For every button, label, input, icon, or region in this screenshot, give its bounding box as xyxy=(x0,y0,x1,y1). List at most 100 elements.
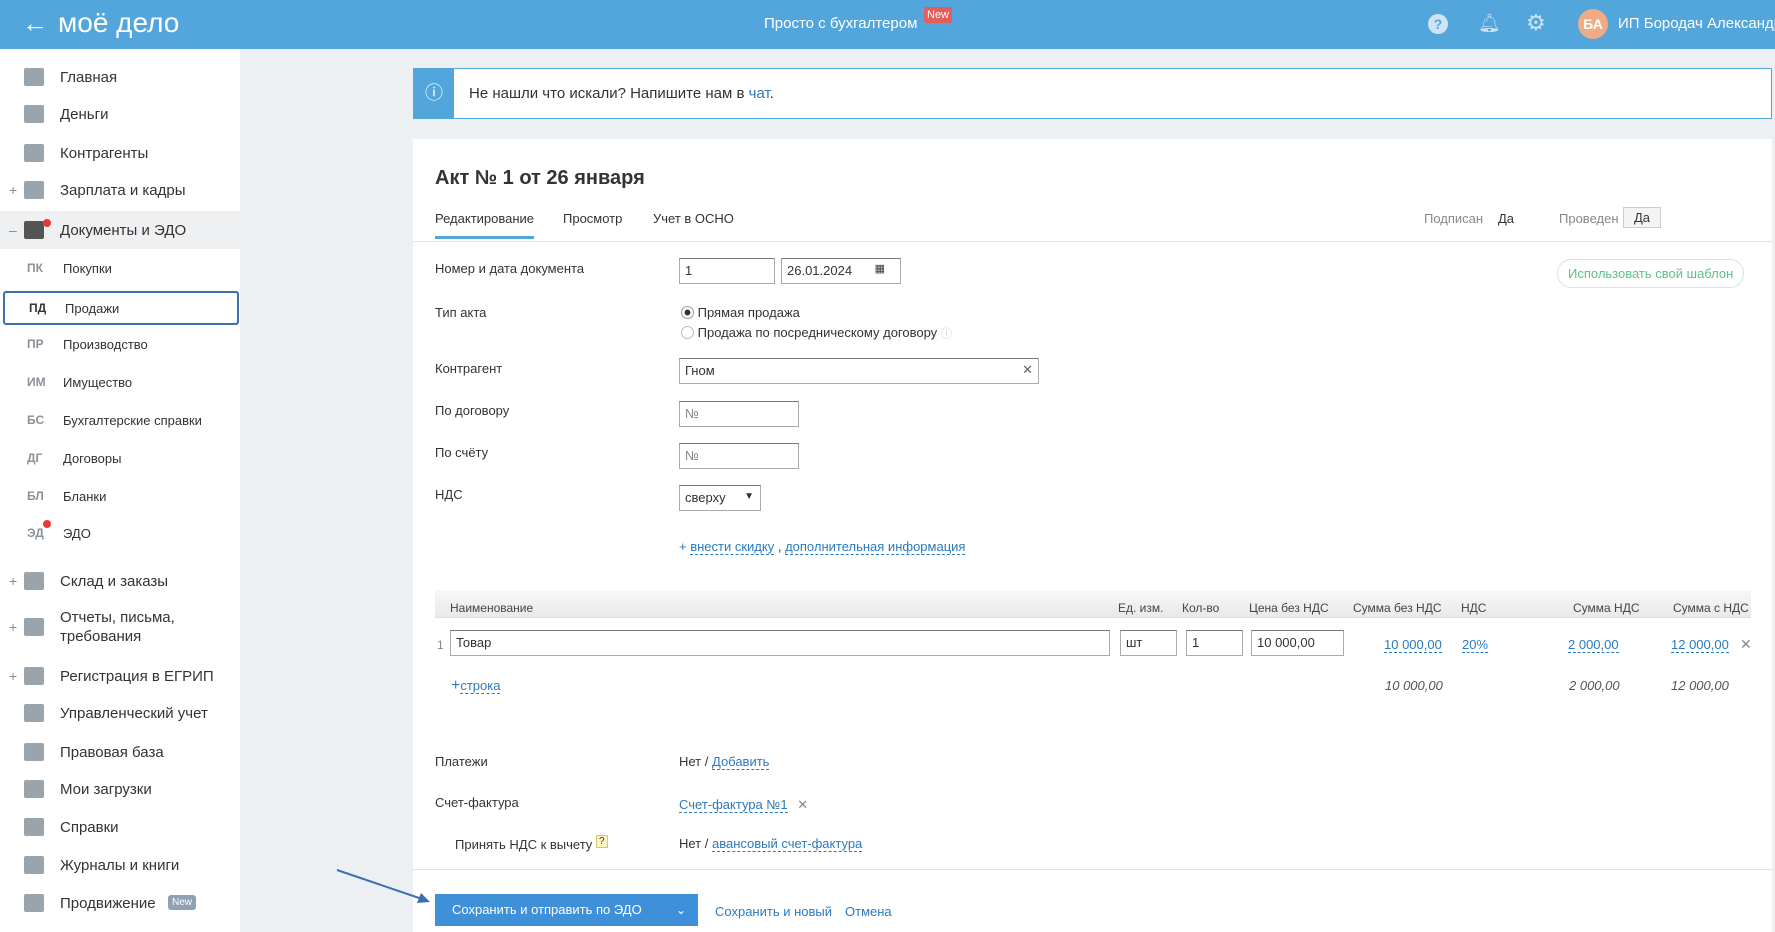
sidebar-item-salary[interactable]: + Зарплата и кадры xyxy=(0,172,240,208)
add-row-link[interactable]: строка xyxy=(460,678,501,694)
vat-sum-value[interactable]: 2 000,00 xyxy=(1568,637,1619,653)
sidebar-item-accounting-notes[interactable]: БС Бухгалтерские справки xyxy=(0,402,240,438)
sidebar: Главная Деньги Контрагенты + Зарплата и к… xyxy=(0,49,240,932)
sidebar-item-production[interactable]: ПР Производство xyxy=(0,326,240,362)
col-unit: Ед. изм. xyxy=(1118,601,1164,615)
info-text: Не нашли что искали? Напишите нам в xyxy=(469,85,749,102)
back-arrow-icon[interactable]: ← xyxy=(22,8,48,39)
sidebar-item-downloads[interactable]: Мои загрузки xyxy=(0,771,240,807)
radio-intermediary-label: Продажа по посредническому договору xyxy=(697,325,938,340)
sidebar-item-purchases[interactable]: ПК Покупки xyxy=(0,250,240,286)
invoice-input[interactable]: № xyxy=(679,443,799,469)
signed-value[interactable]: Да xyxy=(1498,211,1514,226)
sidebar-item-forms[interactable]: БЛ Бланки xyxy=(0,478,240,514)
remove-sf-icon[interactable]: ✕ xyxy=(797,797,808,812)
sidebar-item-registration[interactable]: + Регистрация в ЕГРИП xyxy=(0,658,240,694)
number-input[interactable]: 1 xyxy=(679,258,775,284)
sidebar-item-reports[interactable]: + Отчеты, письма, требования xyxy=(0,606,240,648)
payments-value: Нет / xyxy=(679,754,709,769)
money-icon xyxy=(24,105,44,123)
clear-icon[interactable]: ✕ xyxy=(1022,362,1033,378)
gear-icon[interactable]: ⚙ xyxy=(1526,10,1546,36)
sidebar-item-legal[interactable]: Правовая база xyxy=(0,734,240,770)
tab-view[interactable]: Просмотр xyxy=(563,211,622,226)
sum-value[interactable]: 10 000,00 xyxy=(1384,637,1442,653)
add-payment-link[interactable]: Добавить xyxy=(712,754,770,770)
avatar[interactable]: БА xyxy=(1578,9,1608,39)
sidebar-item-money[interactable]: Деньги xyxy=(0,96,240,132)
chevron-down-icon[interactable]: ⌄ xyxy=(676,894,686,926)
type-label: Тип акта xyxy=(435,305,487,320)
info-icon: ⓘ xyxy=(414,69,454,118)
sf-link[interactable]: Счет-фактура №1 xyxy=(679,797,788,813)
discount-link[interactable]: внести скидку xyxy=(690,539,775,555)
sidebar-item-contracts[interactable]: ДГ Договоры xyxy=(0,440,240,476)
sidebar-item-promotion[interactable]: Продвижение New xyxy=(0,885,240,921)
folder-icon xyxy=(24,780,44,798)
extra-info-link[interactable]: дополнительная информация xyxy=(785,539,966,555)
posted-label: Проведен xyxy=(1559,211,1619,226)
home-icon xyxy=(24,68,44,86)
page-title: Акт № 1 от 26 января xyxy=(435,167,645,189)
warehouse-icon xyxy=(24,572,44,590)
user-name[interactable]: ИП Бородач Александр xyxy=(1618,15,1775,32)
total-total: 12 000,00 xyxy=(1671,678,1729,693)
accountant-link[interactable]: Просто с бухгалтером xyxy=(764,15,917,32)
number-label: Номер и дата документа xyxy=(435,261,585,276)
chart-icon xyxy=(24,894,44,912)
unit-input[interactable]: шт xyxy=(1120,630,1177,656)
sidebar-item-management[interactable]: Управленческий учет xyxy=(0,695,240,731)
contractor-value: Гном xyxy=(685,363,715,378)
new-badge: New xyxy=(168,895,197,910)
sidebar-item-warehouse[interactable]: + Склад и заказы xyxy=(0,563,240,599)
date-input[interactable]: 26.01.2024 ▦ xyxy=(781,258,901,284)
vat-rate[interactable]: 20% xyxy=(1462,637,1489,653)
accept-vat-label: Принять НДС к вычету xyxy=(455,837,593,852)
radio-direct-label: Прямая продажа xyxy=(697,305,800,320)
vat-select[interactable]: сверху ▼ xyxy=(679,485,761,511)
advance-invoice-link[interactable]: авансовый счет-фактура xyxy=(712,836,863,852)
delete-row-icon[interactable]: ✕ xyxy=(1740,636,1752,653)
row-number: 1 xyxy=(437,638,444,652)
info-icon[interactable]: ⓘ xyxy=(941,328,952,340)
calendar-icon[interactable]: ▦ xyxy=(875,262,885,275)
invoice-label: По счёту xyxy=(435,445,489,460)
sidebar-item-property[interactable]: ИМ Имущество xyxy=(0,364,240,400)
total-vat-sum: 2 000,00 xyxy=(1569,678,1620,693)
sidebar-item-contractors[interactable]: Контрагенты xyxy=(0,135,240,171)
use-template-button[interactable]: Использовать свой шаблон xyxy=(1557,259,1745,288)
ruble-icon xyxy=(24,704,44,722)
col-vat-sum: Сумма НДС xyxy=(1573,601,1640,615)
sidebar-item-journals[interactable]: Журналы и книги xyxy=(0,847,240,883)
logo[interactable]: моё дело xyxy=(58,7,179,39)
help-icon[interactable]: ? xyxy=(1428,14,1448,34)
date-value: 26.01.2024 xyxy=(787,263,853,278)
save-send-edo-button[interactable]: Сохранить и отправить по ЭДО ⌄ xyxy=(435,894,698,926)
posted-toggle[interactable]: Да xyxy=(1623,207,1662,228)
item-name-input[interactable]: Товар xyxy=(450,630,1110,656)
contractor-input[interactable]: Гном ✕ xyxy=(679,358,1039,384)
save-new-button[interactable]: Сохранить и новый xyxy=(715,904,832,919)
radio-intermediary[interactable]: Продажа по посредническому договору ⓘ xyxy=(681,325,952,341)
price-input[interactable]: 10 000,00 xyxy=(1251,630,1344,656)
tab-osno[interactable]: Учет в ОСНО xyxy=(653,211,734,226)
qty-input[interactable]: 1 xyxy=(1186,630,1243,656)
tab-edit[interactable]: Редактирование xyxy=(435,211,535,239)
info-banner: ⓘ Не нашли что искали? Напишите нам в ча… xyxy=(413,68,1772,119)
cancel-button[interactable]: Отмена xyxy=(845,904,892,919)
folder-icon xyxy=(24,221,44,239)
radio-direct[interactable]: Прямая продажа xyxy=(681,305,800,320)
chat-link[interactable]: чат xyxy=(749,85,770,102)
total-value[interactable]: 12 000,00 xyxy=(1671,637,1729,653)
bell-icon[interactable]: 🔔︎ xyxy=(1478,13,1501,34)
sidebar-item-edo[interactable]: ЭД ЭДО xyxy=(0,515,240,551)
sidebar-item-home[interactable]: Главная xyxy=(0,59,240,95)
signed-label: Подписан xyxy=(1424,211,1484,226)
sidebar-item-references[interactable]: Справки xyxy=(0,809,240,845)
col-name: Наименование xyxy=(450,601,534,615)
contract-input[interactable]: № xyxy=(679,401,799,427)
help-icon[interactable]: ? xyxy=(596,835,608,848)
table-row: 1 Товар шт 1 10 000,00 10 000,00 20% 2 0… xyxy=(413,630,1772,660)
sidebar-item-sales[interactable]: ПД Продажи xyxy=(3,291,239,325)
sidebar-item-documents[interactable]: – Документы и ЭДО xyxy=(0,211,240,249)
